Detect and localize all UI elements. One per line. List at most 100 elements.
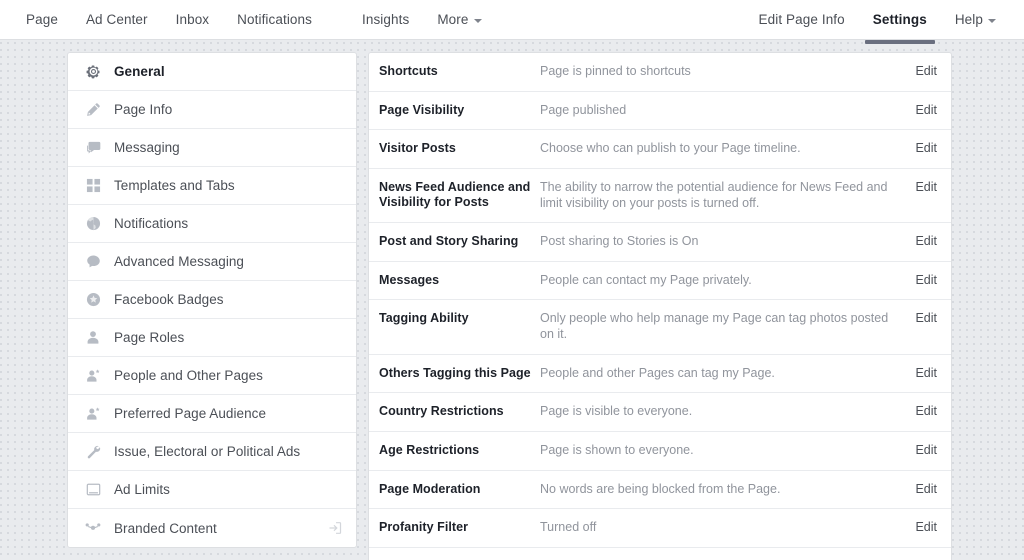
settings-row-title: Shortcuts [379,64,438,78]
badge-icon [82,291,104,309]
nav-item-inbox[interactable]: Inbox [162,0,224,39]
wrench-icon [82,443,104,461]
sidebar-item-label: Preferred Page Audience [114,406,267,421]
sidebar-item-label: Page Info [114,102,173,117]
person-star-icon [82,405,104,423]
settings-row: Similar Page SuggestionsChoose whether y… [369,548,951,560]
sidebar-item-templates-and-tabs[interactable]: Templates and Tabs [68,167,356,205]
settings-row: Age Restrictions Page is shown to everyon… [369,432,951,471]
sidebar-item-issue-electoral-or-political-ads[interactable]: Issue, Electoral or Political Ads [68,433,356,471]
edit-link[interactable]: Edit [915,273,937,287]
sidebar-item-preferred-page-audience[interactable]: Preferred Page Audience [68,395,356,433]
settings-row-description: Page is visible to everyone. [540,404,693,419]
edit-link[interactable]: Edit [915,443,937,457]
settings-row-description: Page is pinned to shortcuts [540,64,691,78]
settings-row-title: News Feed Audience and Visibility for Po… [379,179,531,210]
globe-icon [82,215,104,233]
person-star-icon [82,367,104,385]
nav-item-label: Page [26,12,58,27]
sidebar-item-label: General [114,64,165,79]
settings-row-description: Page is shown to everyone. [540,442,694,457]
sidebar-item-label: Templates and Tabs [114,178,235,193]
sidebar-item-label: Branded Content [114,520,217,536]
settings-row: Shortcuts Page is pinned to shortcuts Edit [369,53,951,92]
sidebar-item-label: Facebook Badges [114,292,224,307]
nav-item-label: Insights [362,12,410,27]
sidebar-item-label: Advanced Messaging [114,254,244,269]
top-navigation-bar: Page Ad Center Inbox Notifications Insights M… [0,0,1024,44]
settings-row: Messages People can contact my Page priva… [369,262,951,301]
sidebar-item-label: Issue, Electoral or Political Ads [114,444,301,459]
settings-row-title: Tagging Ability [379,311,469,326]
settings-row: Page Moderation No words are being blocke… [369,471,951,510]
general-settings-panel: Shortcuts Page is pinned to shortcuts Edit… [368,52,952,560]
sidebar-item-facebook-badges[interactable]: Facebook Badges [68,281,356,319]
sidebar-item-page-roles[interactable]: Page Roles [68,319,356,357]
sidebar-item-page-info[interactable]: Page Info [68,91,356,129]
nav-item-page[interactable]: Page [12,0,72,39]
settings-row: News Feed Audience and Visibility for Po… [369,169,951,224]
sidebar-item-branded-content[interactable]: Branded Content [68,509,356,547]
settings-row-title: Page Visibility [379,102,465,117]
nav-item-insights[interactable]: Insights [348,0,423,39]
nav-item-edit-page-info[interactable]: Edit Page Info [745,0,859,39]
gear-icon [82,63,104,81]
chevron-down-icon [988,18,996,23]
edit-link[interactable]: Edit [915,520,937,534]
nav-item-label: Help [954,12,983,27]
settings-row-description: Turned off [540,520,597,535]
edit-link[interactable]: Edit [915,404,937,418]
settings-row-description: The ability to narrow the potential audi… [540,179,888,210]
nav-item-ad-center[interactable]: Ad Center [72,0,162,39]
edit-link[interactable]: Edit [915,141,937,155]
nav-item-settings[interactable]: Settings [859,0,941,44]
nav-item-label: More [437,12,469,27]
sidebar-item-label: Notifications [114,216,189,231]
chevron-down-icon [473,18,482,23]
branded-content-icon [82,519,104,537]
grid-icon [82,177,104,195]
edit-link[interactable]: Edit [915,234,937,248]
sidebar-item-people-and-other-pages[interactable]: People and Other Pages [68,357,356,395]
nav-item-label: Inbox [175,12,210,27]
edit-link[interactable]: Edit [915,64,937,78]
sidebar-item-notifications[interactable]: Notifications [68,205,356,243]
settings-row: Visitor Posts Choose who can publish to y… [369,130,951,169]
settings-row: Post and Story Sharing Post sharing to St… [369,223,951,262]
settings-row-description: People can contact my Page privately. [540,272,752,287]
settings-row-title: Page Moderation [379,481,481,496]
settings-row-description: No words are being blocked from the Page… [540,481,781,496]
nav-item-help[interactable]: Help [941,0,1010,39]
pencil-icon [82,101,104,119]
nav-item-label: Notifications [237,12,312,27]
monitor-icon [82,481,104,499]
settings-row-description: Choose who can publish to your Page time… [540,141,801,156]
settings-row-description: Post sharing to Stories is On [540,234,699,249]
edit-link[interactable]: Edit [915,311,937,325]
edit-link[interactable]: Edit [915,482,937,496]
sidebar-item-advanced-messaging[interactable]: Advanced Messaging [68,243,356,281]
messaging-icon [82,139,104,157]
top-nav-right-group: Edit Page Info Settings Help [745,0,1024,44]
nav-item-label: Settings [872,12,927,27]
sidebar-item-messaging[interactable]: Messaging [68,129,356,167]
settings-row-title: Country Restrictions [379,404,504,419]
settings-row: Tagging Ability Only people who help mana… [369,300,951,355]
edit-link[interactable]: Edit [915,366,937,380]
sidebar-item-label: Ad Limits [114,482,170,497]
nav-item-notifications[interactable]: Notifications [223,0,326,39]
settings-row-title: Others Tagging this Page [379,365,531,380]
settings-row-title: Age Restrictions [379,442,480,457]
settings-row-title: Profanity Filter [379,520,469,535]
edit-link[interactable]: Edit [915,180,937,194]
sidebar-item-ad-limits[interactable]: Ad Limits [68,471,356,509]
nav-item-label: Ad Center [85,12,148,27]
settings-row-description: Only people who help manage my Page can … [540,311,889,341]
external-link-icon [328,521,342,535]
edit-link[interactable]: Edit [915,103,937,117]
page-body: General Page Info Messaging Templates and T… [0,40,1024,560]
sidebar-item-general[interactable]: General [68,53,356,91]
sidebar-item-label: Messaging [114,140,180,155]
settings-row: Others Tagging this Page People and other… [369,355,951,394]
nav-item-more[interactable]: More [423,0,495,39]
